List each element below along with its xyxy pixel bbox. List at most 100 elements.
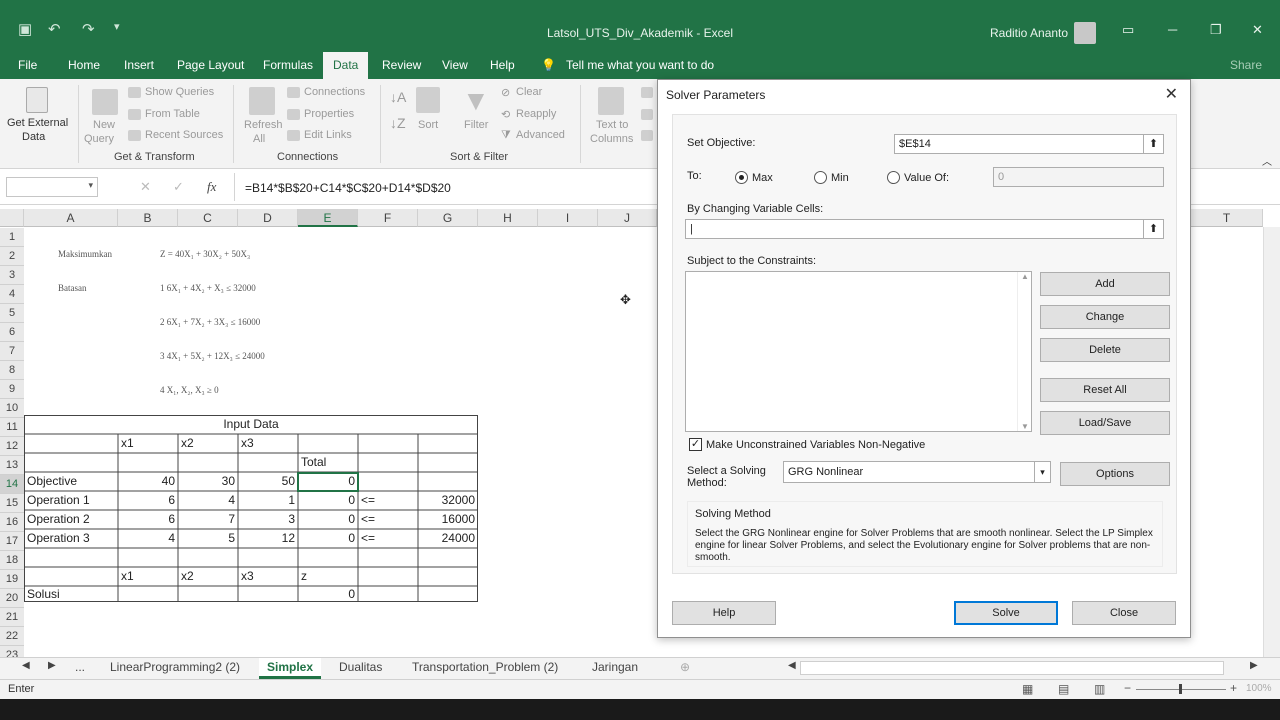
collapse-ribbon-icon[interactable]: ︿ xyxy=(1262,153,1272,168)
min-label[interactable]: Min xyxy=(831,172,849,184)
header-x1[interactable]: x1 xyxy=(118,434,178,453)
recent-sources-button[interactable]: Recent Sources xyxy=(145,129,223,141)
tab-review[interactable]: Review xyxy=(382,58,421,72)
sheet-tab[interactable]: Jaringan xyxy=(592,660,638,674)
edit-links-button[interactable]: Edit Links xyxy=(304,129,352,141)
table-cell[interactable]: 16000 xyxy=(418,510,478,529)
row-header[interactable]: 4 xyxy=(0,285,24,304)
header-z[interactable]: z xyxy=(298,567,358,586)
tab-page-layout[interactable]: Page Layout xyxy=(177,58,244,72)
row-header[interactable]: 11 xyxy=(0,418,24,437)
changing-cells-input[interactable]: | ⬆ xyxy=(685,219,1164,239)
row-header[interactable]: 17 xyxy=(0,532,24,551)
table-cell[interactable]: 6 xyxy=(118,491,178,510)
name-box[interactable]: ▾ xyxy=(6,177,98,197)
change-button[interactable]: Change xyxy=(1040,305,1170,329)
column-header[interactable]: I xyxy=(538,209,598,227)
table-cell[interactable]: 0 xyxy=(298,510,358,529)
column-header[interactable]: J xyxy=(598,209,657,227)
table-cell[interactable]: 0 xyxy=(298,491,358,510)
reset-all-button[interactable]: Reset All xyxy=(1040,378,1170,402)
minimize-button[interactable]: ─ xyxy=(1168,22,1177,37)
tab-home[interactable]: Home xyxy=(68,58,100,72)
sort-za-icon[interactable]: ↓Z xyxy=(390,115,406,131)
row-header[interactable]: 16 xyxy=(0,513,24,532)
zoom-out-icon[interactable]: − xyxy=(1124,681,1131,695)
collapse-dialog-icon[interactable]: ⬆ xyxy=(1143,220,1163,238)
hscroll-right-icon[interactable]: ▶ xyxy=(1250,660,1258,671)
solving-method-select[interactable]: GRG Nonlinear ▾ xyxy=(783,461,1051,483)
share-button[interactable]: Share xyxy=(1230,58,1262,72)
table-cell[interactable]: 0 xyxy=(298,472,358,491)
column-header[interactable]: C xyxy=(178,209,238,227)
tab-formulas[interactable]: Formulas xyxy=(263,58,313,72)
table-cell[interactable]: 4 xyxy=(118,529,178,548)
restore-button[interactable]: ❐ xyxy=(1210,22,1222,38)
header-x3[interactable]: x3 xyxy=(238,567,298,586)
table-cell[interactable]: <= xyxy=(358,491,418,510)
close-button[interactable]: ✕ xyxy=(1252,22,1263,38)
constraints-scrollbar[interactable]: ▲ ▼ xyxy=(1017,272,1031,431)
chevron-down-icon[interactable]: ▾ xyxy=(88,180,93,191)
value-of-input[interactable]: 0 xyxy=(993,167,1164,187)
row-header[interactable]: 18 xyxy=(0,551,24,570)
value-of-label[interactable]: Value Of: xyxy=(904,172,949,184)
filter-button[interactable]: Filter xyxy=(464,119,488,131)
set-objective-input[interactable]: $E$14 ⬆ xyxy=(894,134,1164,154)
row-header[interactable]: 23 xyxy=(0,646,24,657)
table-cell[interactable]: 6 xyxy=(118,510,178,529)
table-cell[interactable]: 4 xyxy=(178,491,238,510)
row-label[interactable]: Operation 2 xyxy=(24,510,118,529)
zoom-slider-thumb[interactable] xyxy=(1179,684,1182,694)
select-all-corner[interactable] xyxy=(0,209,24,227)
row-header[interactable]: 19 xyxy=(0,570,24,589)
header-x2[interactable]: x2 xyxy=(178,434,238,453)
formula-input[interactable]: =B14*$B$20+C14*$C$20+D14*$D$20 xyxy=(245,181,451,195)
enter-icon[interactable]: ✓ xyxy=(173,179,184,195)
column-header[interactable]: G xyxy=(418,209,478,227)
row-label[interactable]: Objective xyxy=(24,472,118,491)
table-cell[interactable]: 24000 xyxy=(418,529,478,548)
max-radio[interactable] xyxy=(735,171,748,184)
ribbon-display-icon[interactable]: ▭ xyxy=(1122,22,1134,38)
delete-button[interactable]: Delete xyxy=(1040,338,1170,362)
row-header[interactable]: 20 xyxy=(0,589,24,608)
text-to-columns-button[interactable]: Text to xyxy=(596,119,628,131)
tab-help[interactable]: Help xyxy=(490,58,515,72)
row-header[interactable]: 2 xyxy=(0,247,24,266)
page-break-view-icon[interactable]: ▥ xyxy=(1094,682,1105,696)
column-header[interactable]: A xyxy=(24,209,118,227)
table-cell[interactable]: 7 xyxy=(178,510,238,529)
add-sheet-icon[interactable]: ⊕ xyxy=(680,660,690,674)
zoom-in-icon[interactable]: + xyxy=(1230,681,1237,695)
connections-button[interactable]: Connections xyxy=(304,86,365,98)
tab-data[interactable]: Data xyxy=(323,52,369,79)
insert-function-icon[interactable]: fx xyxy=(207,179,216,195)
solve-button[interactable]: Solve xyxy=(954,601,1058,625)
options-button[interactable]: Options xyxy=(1060,462,1170,486)
add-button[interactable]: Add xyxy=(1040,272,1170,296)
flash-fill-icon[interactable] xyxy=(641,87,653,98)
row-header[interactable]: 3 xyxy=(0,266,24,285)
table-cell[interactable]: 12 xyxy=(238,529,298,548)
sheet-tab[interactable]: Dualitas xyxy=(339,660,382,674)
refresh-all-button[interactable]: Refresh xyxy=(244,119,283,131)
row-header[interactable]: 13 xyxy=(0,456,24,475)
column-header[interactable]: H xyxy=(478,209,538,227)
properties-button[interactable]: Properties xyxy=(304,108,354,120)
table-cell[interactable]: 0 xyxy=(298,529,358,548)
scroll-up-icon[interactable]: ▲ xyxy=(1021,272,1029,281)
row-header[interactable]: 1 xyxy=(0,228,24,247)
table-cell[interactable]: 5 xyxy=(178,529,238,548)
help-button[interactable]: Help xyxy=(672,601,776,625)
from-table-button[interactable]: From Table xyxy=(145,108,200,120)
nonnegative-checkbox[interactable]: ✓ xyxy=(689,438,702,451)
column-header[interactable]: F xyxy=(358,209,418,227)
header-x2[interactable]: x2 xyxy=(178,567,238,586)
row-label[interactable]: Solusi xyxy=(24,585,118,604)
horizontal-scrollbar[interactable] xyxy=(800,661,1224,675)
row-header[interactable]: 14 xyxy=(0,475,24,494)
clear-button[interactable]: Clear xyxy=(516,86,542,98)
sheet-tab[interactable]: LinearProgramming2 (2) xyxy=(110,660,240,674)
avatar[interactable] xyxy=(1074,22,1096,44)
